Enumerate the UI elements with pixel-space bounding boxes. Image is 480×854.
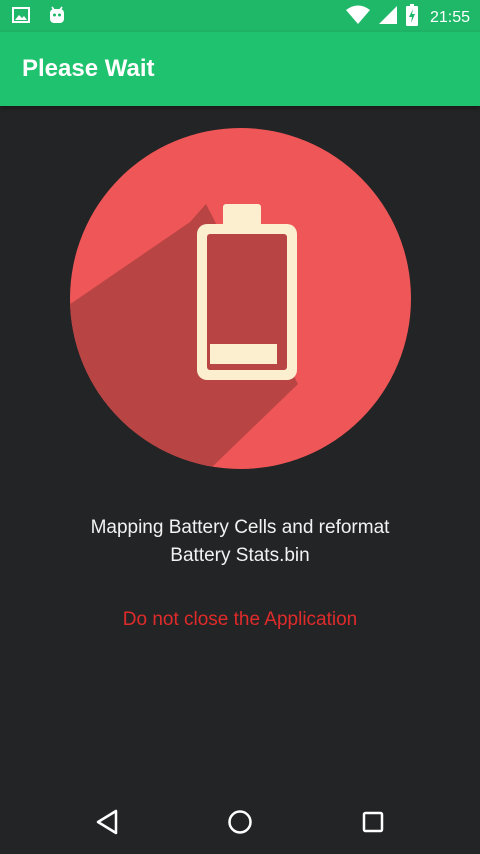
navigation-bar: [0, 790, 480, 854]
home-button[interactable]: [224, 806, 256, 838]
status-bar-system: 21:55: [345, 4, 470, 31]
status-message-line-1: Mapping Battery Cells and reformat: [90, 517, 390, 538]
screen: 21:55 Please Wait Mapping Battery Cells …: [0, 0, 480, 854]
home-icon: [228, 810, 252, 834]
android-notification-icon: [48, 6, 66, 29]
back-icon: [96, 809, 118, 835]
gallery-notification-icon: [12, 7, 30, 28]
status-message-line-2: Battery Stats.bin: [170, 545, 310, 566]
status-message: Mapping Battery Cells and reformat Batte…: [40, 514, 440, 570]
recents-icon: [362, 811, 384, 833]
recents-button[interactable]: [357, 806, 389, 838]
status-bar: 21:55: [0, 0, 480, 32]
status-bar-notifications: [12, 6, 66, 29]
back-button[interactable]: [91, 806, 123, 838]
page-title: Please Wait: [22, 55, 155, 82]
status-time: 21:55: [429, 8, 470, 26]
battery-terminal: [223, 204, 261, 226]
battery-low-icon: [70, 128, 411, 469]
battery-level-bar: [210, 344, 277, 364]
battery-illustration: [70, 128, 411, 469]
battery-charging-icon: [405, 4, 418, 31]
warning-message: Do not close the Application: [122, 609, 358, 630]
wifi-icon: [345, 5, 370, 30]
app-bar: Please Wait: [0, 32, 480, 106]
cell-signal-icon: [378, 5, 398, 30]
